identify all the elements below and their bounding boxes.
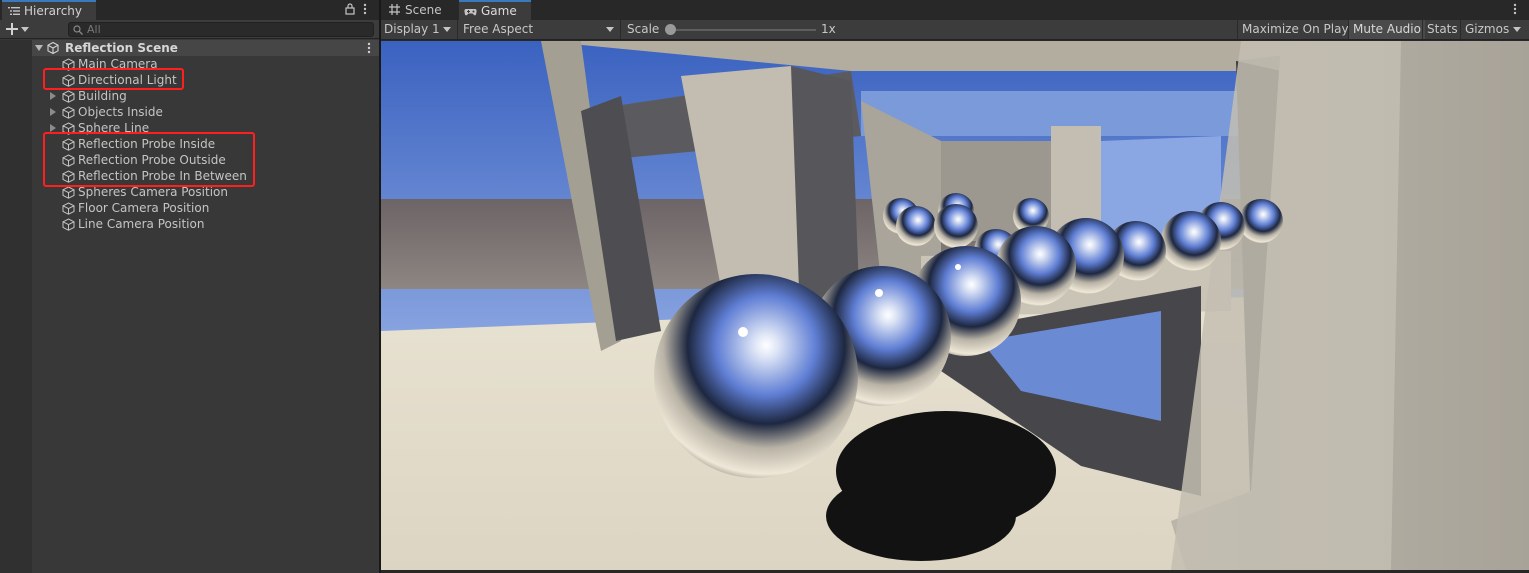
hierarchy-item-label: Directional Light	[78, 73, 177, 87]
hierarchy-item-main-camera[interactable]: Main Camera	[32, 56, 379, 72]
gameobject-cube-icon	[62, 170, 75, 183]
maximize-on-play-label: Maximize On Play	[1242, 22, 1349, 36]
display-caret-icon	[443, 27, 451, 32]
mute-audio-button[interactable]: Mute Audio	[1348, 20, 1425, 39]
gameobject-cube-icon	[62, 138, 75, 151]
aspect-value: Free Aspect	[463, 22, 534, 36]
gizmos-caret-icon	[1513, 27, 1522, 32]
hierarchy-item-building[interactable]: Building	[32, 88, 379, 104]
expand-arrow-right-icon[interactable]	[49, 124, 57, 132]
scale-label: Scale	[627, 22, 660, 36]
hierarchy-item-floor-camera-position[interactable]: Floor Camera Position	[32, 200, 379, 216]
hierarchy-search-field[interactable]: All	[68, 22, 374, 37]
stats-button[interactable]: Stats	[1422, 20, 1462, 39]
gameobject-cube-icon	[62, 122, 75, 135]
expand-arrow-down-icon[interactable]	[35, 44, 43, 52]
hierarchy-item-reflection-probe-in-between[interactable]: Reflection Probe In Between	[32, 168, 379, 184]
hierarchy-item-label: Main Camera	[78, 57, 158, 71]
scene-name: Reflection Scene	[65, 41, 178, 55]
game-tab-bar: Scene Game	[381, 0, 1529, 20]
hierarchy-item-label: Reflection Probe In Between	[78, 169, 247, 183]
hierarchy-item-label: Reflection Probe Outside	[78, 153, 226, 167]
list-icon	[8, 7, 20, 15]
hierarchy-tab-bar: Hierarchy	[0, 0, 379, 20]
hierarchy-item-directional-light[interactable]: Directional Light	[32, 72, 379, 88]
aspect-dropdown[interactable]: Free Aspect	[460, 20, 621, 39]
gameobject-cube-icon	[62, 218, 75, 231]
scene-root-row[interactable]: Reflection Scene	[32, 40, 379, 56]
hierarchy-item-label: Sphere Line	[78, 121, 150, 135]
scene-menu-kebab-icon[interactable]	[367, 42, 371, 54]
scale-slider-track[interactable]	[671, 29, 816, 31]
scale-value: 1x	[821, 22, 836, 36]
game-toolbar: Display 1 Free Aspect Scale 1x Maximize …	[381, 20, 1529, 40]
grid-icon	[389, 4, 400, 15]
tab-game[interactable]: Game	[459, 0, 531, 20]
mute-audio-label: Mute Audio	[1353, 22, 1421, 36]
gameobject-cube-icon	[62, 58, 75, 71]
aspect-caret-icon	[606, 27, 614, 32]
gameobject-cube-icon	[62, 202, 75, 215]
gameobject-cube-icon	[62, 154, 75, 167]
hierarchy-item-label: Line Camera Position	[78, 217, 205, 231]
maximize-on-play-button[interactable]: Maximize On Play	[1237, 20, 1353, 39]
hierarchy-item-reflection-probe-inside[interactable]: Reflection Probe Inside	[32, 136, 379, 152]
gameobject-cube-icon	[62, 106, 75, 119]
dropdown-caret-icon	[21, 27, 29, 32]
hierarchy-item-label: Objects Inside	[78, 105, 163, 119]
hierarchy-gutter	[0, 40, 32, 573]
tab-scene[interactable]: Scene	[383, 0, 459, 20]
create-button[interactable]	[4, 21, 34, 38]
gizmos-label: Gizmos	[1465, 22, 1510, 36]
hierarchy-item-reflection-probe-outside[interactable]: Reflection Probe Outside	[32, 152, 379, 168]
unity-editor: Hierarchy All Reflection Scene Main Came…	[0, 0, 1529, 573]
game-panel: Scene Game Display 1 Free Aspect Scale 1…	[381, 0, 1529, 573]
expand-arrow-right-icon[interactable]	[49, 92, 57, 100]
hierarchy-item-objects-inside[interactable]: Objects Inside	[32, 104, 379, 120]
lock-icon[interactable]	[345, 3, 355, 15]
display-dropdown[interactable]: Display 1	[381, 20, 458, 39]
gameobject-cube-icon	[62, 186, 75, 199]
search-icon	[73, 25, 83, 35]
hierarchy-item-spheres-camera-position[interactable]: Spheres Camera Position	[32, 184, 379, 200]
hierarchy-panel: Hierarchy All Reflection Scene Main Came…	[0, 0, 379, 573]
hierarchy-tab-controls	[345, 2, 373, 18]
hierarchy-item-line-camera-position[interactable]: Line Camera Position	[32, 216, 379, 232]
gameobject-cube-icon	[62, 90, 75, 103]
hierarchy-toolbar: All	[0, 20, 379, 39]
gamepad-icon	[464, 9, 477, 16]
tab-hierarchy-label: Hierarchy	[24, 4, 83, 18]
hierarchy-item-label: Reflection Probe Inside	[78, 137, 216, 151]
tab-game-label: Game	[481, 4, 517, 18]
expand-arrow-right-icon[interactable]	[49, 108, 57, 116]
gameobject-cube-icon	[62, 74, 75, 87]
hierarchy-item-label: Floor Camera Position	[78, 201, 210, 215]
tab-scene-label: Scene	[405, 3, 442, 17]
gizmos-button[interactable]: Gizmos	[1460, 20, 1525, 39]
plus-icon	[6, 23, 18, 35]
hierarchy-item-label: Building	[78, 89, 127, 103]
tab-hierarchy[interactable]: Hierarchy	[2, 0, 96, 20]
hierarchy-item-sphere-line[interactable]: Sphere Line	[32, 120, 379, 136]
game-viewport[interactable]	[381, 41, 1529, 570]
scale-slider-handle[interactable]	[665, 24, 676, 35]
unity-scene-icon	[47, 42, 59, 54]
game-tab-controls	[1497, 2, 1525, 18]
tab-menu-kebab-icon[interactable]	[363, 3, 367, 15]
stats-label: Stats	[1427, 22, 1458, 36]
game-tab-kebab-icon[interactable]	[1513, 3, 1517, 15]
search-placeholder: All	[87, 23, 101, 36]
display-value: Display 1	[384, 22, 440, 36]
rendered-scene	[381, 41, 1529, 570]
hierarchy-item-label: Spheres Camera Position	[78, 185, 228, 199]
